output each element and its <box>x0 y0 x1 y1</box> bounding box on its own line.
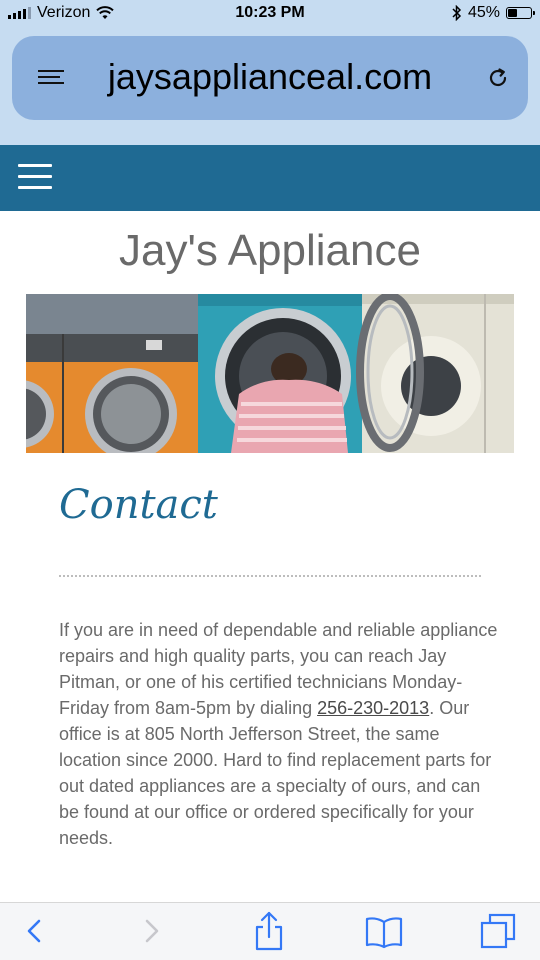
hamburger-menu-icon[interactable] <box>18 164 52 192</box>
battery-percent: 45% <box>467 4 500 21</box>
body-text-part2: . Our office is at 805 North Jefferson S… <box>59 698 492 848</box>
status-left: Verizon <box>8 4 115 22</box>
signal-strength-icon <box>8 7 31 19</box>
reload-icon[interactable] <box>486 66 510 90</box>
reader-lines-icon[interactable] <box>38 70 64 88</box>
address-bar[interactable]: jaysapplianceal.com <box>12 36 528 120</box>
bookmarks-book-icon[interactable] <box>364 911 404 951</box>
back-chevron-icon[interactable] <box>14 911 54 951</box>
banner-image <box>26 294 514 453</box>
battery-level <box>508 9 517 17</box>
section-divider <box>59 575 481 577</box>
forward-chevron-icon[interactable] <box>132 911 172 951</box>
carrier-label: Verizon <box>37 4 91 21</box>
screen: Verizon 10:23 PM 45% jaysapplianceal.com… <box>0 0 540 960</box>
phone-link[interactable]: 256-230-2013 <box>317 698 429 718</box>
contact-heading: Contact <box>59 482 218 528</box>
contact-body-text: If you are in need of dependable and rel… <box>59 617 499 851</box>
share-icon[interactable] <box>249 911 289 951</box>
url-text[interactable]: jaysapplianceal.com <box>82 56 458 98</box>
bluetooth-icon <box>452 5 462 21</box>
site-nav-bar <box>0 145 540 211</box>
bottom-toolbar <box>0 902 540 960</box>
battery-icon <box>506 7 535 19</box>
site-title: Jay's Appliance <box>119 226 421 275</box>
status-bar: Verizon 10:23 PM 45% <box>0 0 540 30</box>
wifi-icon <box>96 6 115 19</box>
tabs-icon[interactable] <box>478 911 518 951</box>
browser-chrome: Verizon 10:23 PM 45% jaysapplianceal.com <box>0 0 540 145</box>
status-right: 45% <box>452 4 535 22</box>
